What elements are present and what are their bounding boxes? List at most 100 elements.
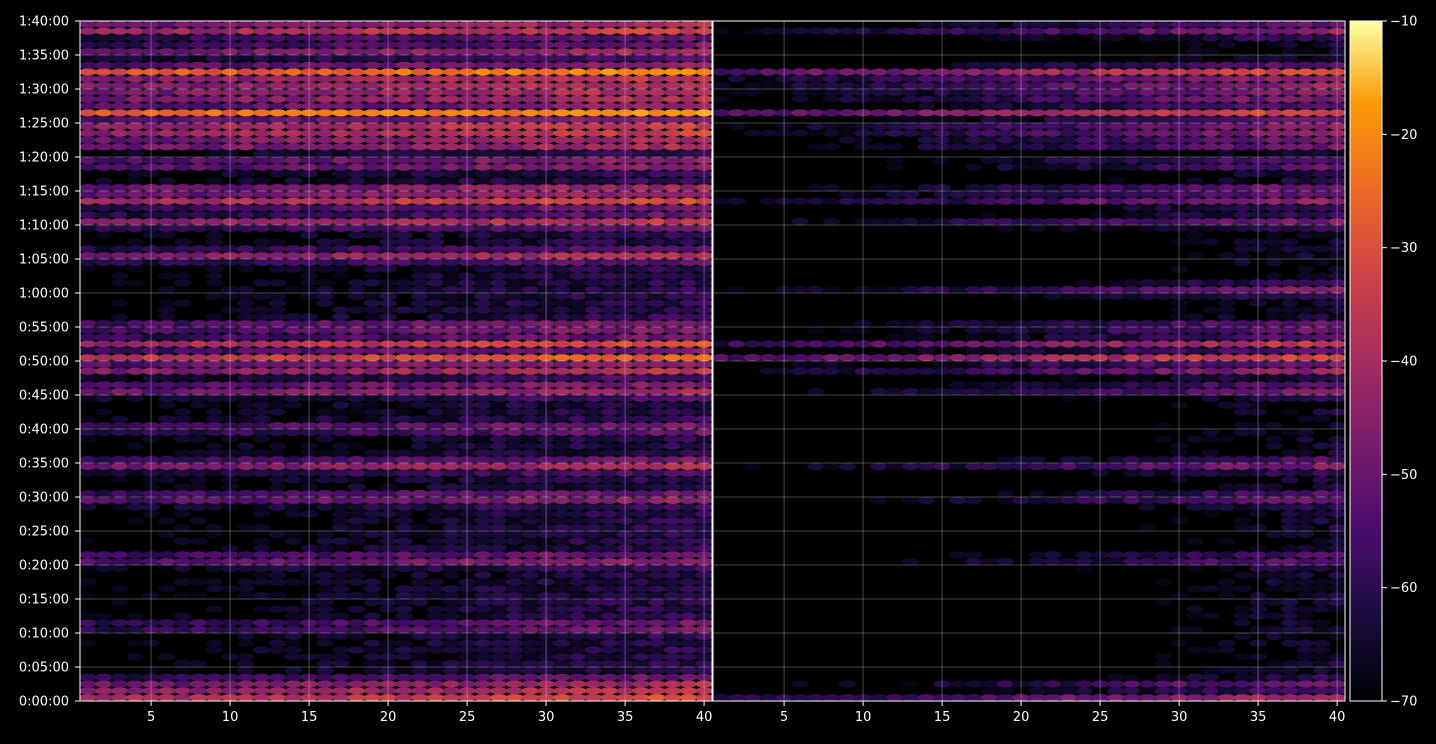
right-cell-x24-r59 (1075, 292, 1094, 300)
left-cell-x27-r49 (490, 360, 508, 368)
right-cell-x14-r70 (917, 218, 935, 226)
left-cell-x27-r96 (490, 41, 508, 49)
left-cell-x24-r54 (442, 326, 460, 334)
right-cell-x28-r69 (1138, 224, 1157, 232)
right-cell-x17-r74 (965, 190, 983, 198)
left-cell-x11-r8 (237, 639, 255, 647)
left-cell-x11-r49 (237, 360, 255, 368)
left-cell-x24-r52 (442, 340, 460, 348)
right-cell-x34-r87 (1233, 102, 1252, 110)
left-cell-x37-r72 (648, 204, 666, 212)
right-cell-x17-r34 (965, 462, 983, 470)
left-cell-x8-r10 (189, 626, 208, 634)
left-cell-x28-r6 (505, 653, 524, 661)
left-cell-x14-r96 (284, 41, 302, 49)
right-cell-x37-r34 (1281, 462, 1299, 470)
left-cell-x11-r37 (237, 442, 255, 450)
right-cell-x16-r0 (949, 694, 967, 701)
left-cell-x3-r86 (110, 109, 129, 117)
right-cell-x38-r12 (1296, 612, 1315, 620)
left-cell-x11-r77 (237, 170, 255, 178)
right-cell-x21-r74 (1028, 190, 1046, 198)
right-cell-x9-r83 (838, 129, 856, 137)
right-cell-x37-r25 (1281, 524, 1299, 532)
left-cell-x27-r17 (490, 578, 508, 586)
right-cell-x27-r46 (1123, 381, 1141, 389)
left-cell-x14-r97 (284, 34, 302, 42)
left-cell-x21-r2 (395, 680, 413, 688)
right-cell-x1-r52 (713, 340, 730, 348)
right-cell-x12-r0 (886, 694, 904, 701)
right-cell-x39-r46 (1312, 381, 1331, 389)
left-cell-x34-r63 (600, 265, 618, 273)
left-cell-x11-r81 (237, 143, 255, 151)
left-cell-x24-r65 (442, 252, 460, 260)
left-cell-x32-r49 (569, 360, 587, 368)
left-cell-x34-r46 (600, 381, 618, 389)
left-cell-x21-r95 (395, 48, 413, 56)
left-cell-x1-r95 (80, 48, 97, 56)
left-cell-x3-r90 (110, 82, 129, 90)
left-cell-x3-r54 (110, 326, 129, 334)
right-cell-x31-r38 (1186, 435, 1204, 443)
left-cell-x36-r53 (632, 333, 650, 341)
right-cell-x32-r46 (1202, 381, 1220, 389)
left-cell-x34-r15 (600, 592, 618, 600)
right-cell-x37-r4 (1281, 666, 1299, 675)
left-cell-x23-r45 (426, 388, 445, 396)
left-cell-x2-r21 (95, 551, 113, 559)
right-cell-x29-r54 (1154, 326, 1173, 334)
left-cell-x26-r61 (474, 279, 492, 287)
right-cell-x29-r89 (1154, 88, 1173, 96)
left-cell-x21-r48 (395, 367, 413, 375)
right-cell-x24-r78 (1075, 163, 1094, 171)
right-cell-x33-r89 (1217, 88, 1236, 96)
left-cell-x14-r28 (284, 503, 302, 511)
left-cell-x23-r78 (426, 163, 445, 171)
right-cell-x36-r61 (1265, 279, 1283, 287)
left-cell-x36-r29 (632, 496, 650, 504)
left-cell-x33-r93 (584, 61, 603, 69)
left-cell-x16-r28 (316, 503, 334, 511)
left-cell-x4-r67 (126, 238, 144, 246)
right-cell-x37-r22 (1281, 544, 1299, 552)
right-cell-x12-r52 (886, 340, 904, 348)
left-cell-x28-r72 (505, 204, 524, 212)
right-cell-x31-r85 (1186, 116, 1204, 124)
right-cell-x22-r59 (1044, 292, 1062, 300)
left-cell-x29-r66 (521, 245, 539, 253)
left-cell-x12-r0 (253, 694, 271, 701)
left-cell-x16-r75 (316, 184, 334, 192)
right-cell-x38-r84 (1296, 122, 1315, 130)
left-cell-x33-r7 (584, 646, 603, 654)
right-cell-x31-r88 (1186, 95, 1204, 103)
left-cell-x22-r3 (411, 673, 429, 681)
right-cell-x29-r52 (1154, 340, 1173, 348)
left-cell-x23-r63 (426, 265, 445, 273)
right-cell-x21-r88 (1028, 95, 1046, 103)
right-cell-x24-r53 (1075, 333, 1094, 341)
right-cell-x27-r2 (1123, 680, 1141, 688)
left-cell-x8-r88 (189, 95, 208, 103)
right-cell-x29-r81 (1154, 143, 1173, 151)
left-cell-x8-r20 (189, 558, 208, 566)
right-cell-x38-r11 (1296, 619, 1315, 627)
left-cell-x38-r7 (663, 646, 682, 654)
left-cell-x31-r90 (553, 82, 571, 90)
left-cell-x34-r85 (600, 116, 618, 124)
right-cell-x34-r50 (1233, 354, 1252, 362)
left-cell-x14-r8 (284, 639, 302, 647)
left-cell-x36-r16 (632, 585, 650, 593)
right-cell-x28-r70 (1138, 218, 1157, 226)
right-cell-x38-r7 (1296, 646, 1315, 654)
left-cell-x39-r89 (679, 88, 697, 96)
left-cell-x7-r53 (174, 333, 192, 341)
right-cell-x38-r5 (1296, 660, 1315, 668)
right-cell-x34-r86 (1233, 109, 1252, 117)
left-cell-x13-r8 (268, 639, 287, 647)
left-cell-x11-r44 (237, 394, 255, 402)
left-cell-x16-r67 (316, 238, 334, 246)
left-cell-x23-r26 (426, 517, 445, 525)
left-cell-x12-r17 (253, 578, 271, 586)
right-cell-x37-r29 (1281, 496, 1299, 504)
